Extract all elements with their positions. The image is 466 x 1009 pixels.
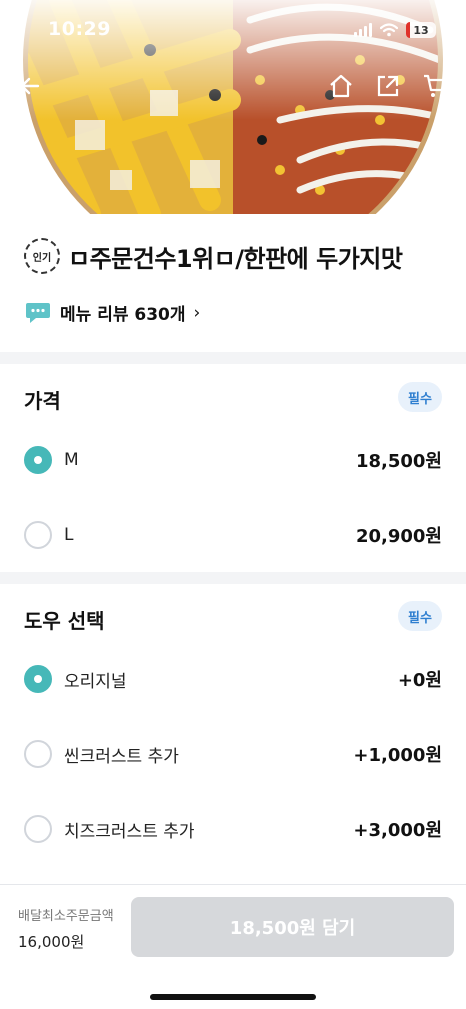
option-price: 18,500원	[355, 451, 442, 472]
option-label: L	[64, 525, 74, 545]
battery-icon: 13	[406, 22, 436, 38]
home-button[interactable]	[325, 70, 357, 102]
share-button[interactable]	[372, 70, 404, 102]
review-count-label: 메뉴 리뷰 630개	[60, 305, 186, 325]
option-price: +0원	[397, 670, 442, 691]
option-price: 20,900원	[355, 526, 442, 547]
arrow-left-icon	[20, 77, 40, 95]
popular-badge: 인기	[24, 238, 60, 274]
chevron-right-icon: ›	[193, 302, 201, 323]
option-label: 씬크러스트 추가	[64, 746, 179, 767]
required-label: 필수	[408, 391, 432, 407]
option-label: 오리지널	[64, 671, 127, 692]
cart-button[interactable]	[420, 70, 452, 102]
radio-unselected[interactable]	[24, 740, 52, 768]
dough-group-title: 도우 선택	[24, 609, 105, 633]
menu-title-row: 인기 ㅁ주문건수1위ㅁ/한판에 두가지맛	[24, 238, 403, 274]
option-label: 치즈크러스트 추가	[64, 821, 195, 842]
section-divider	[0, 572, 466, 584]
status-icons: 13	[354, 22, 436, 38]
dough-option-thin[interactable]: 씬크러스트 추가 +1,000원	[24, 734, 442, 774]
share-icon	[377, 75, 399, 97]
radio-selected[interactable]	[24, 446, 52, 474]
battery-level: 13	[413, 23, 429, 37]
radio-unselected[interactable]	[24, 521, 52, 549]
popular-badge-label: 인기	[32, 252, 52, 264]
dough-option-original[interactable]: 오리지널 +0원	[24, 659, 442, 699]
section-divider	[0, 352, 466, 364]
wifi-icon	[380, 23, 398, 37]
cellular-signal-icon	[354, 23, 372, 37]
price-required-badge: 필수	[398, 382, 442, 412]
menu-review-link[interactable]: 메뉴 리뷰 630개 ›	[24, 300, 200, 325]
price-group-title: 가격	[24, 389, 61, 413]
bottom-order-bar: 배달최소주문금액 16,000원 18,500원 담기	[0, 884, 466, 1009]
status-bar: 10:29 13	[0, 0, 466, 60]
dough-option-cheese[interactable]: 치즈크러스트 추가 +3,000원	[24, 809, 442, 849]
home-icon	[330, 74, 352, 98]
price-option-m[interactable]: M 18,500원	[24, 440, 442, 480]
radio-selected[interactable]	[24, 665, 52, 693]
required-label: 필수	[408, 610, 432, 626]
back-button[interactable]	[14, 70, 46, 102]
home-indicator[interactable]	[150, 994, 316, 1000]
price-option-l[interactable]: L 20,900원	[24, 515, 442, 555]
min-order-value: 16,000원	[18, 933, 85, 951]
cart-icon	[424, 74, 450, 97]
radio-unselected[interactable]	[24, 815, 52, 843]
option-price: +3,000원	[353, 820, 442, 841]
min-order-label: 배달최소주문금액	[18, 909, 114, 924]
dough-required-badge: 필수	[398, 601, 442, 631]
menu-title: ㅁ주문건수1위ㅁ/한판에 두가지맛	[68, 244, 403, 273]
add-to-cart-button[interactable]: 18,500원 담기	[131, 897, 454, 957]
option-price: +1,000원	[353, 745, 442, 766]
speech-bubble-icon	[26, 302, 50, 323]
status-time: 10:29	[48, 18, 111, 40]
option-label: M	[64, 450, 79, 470]
